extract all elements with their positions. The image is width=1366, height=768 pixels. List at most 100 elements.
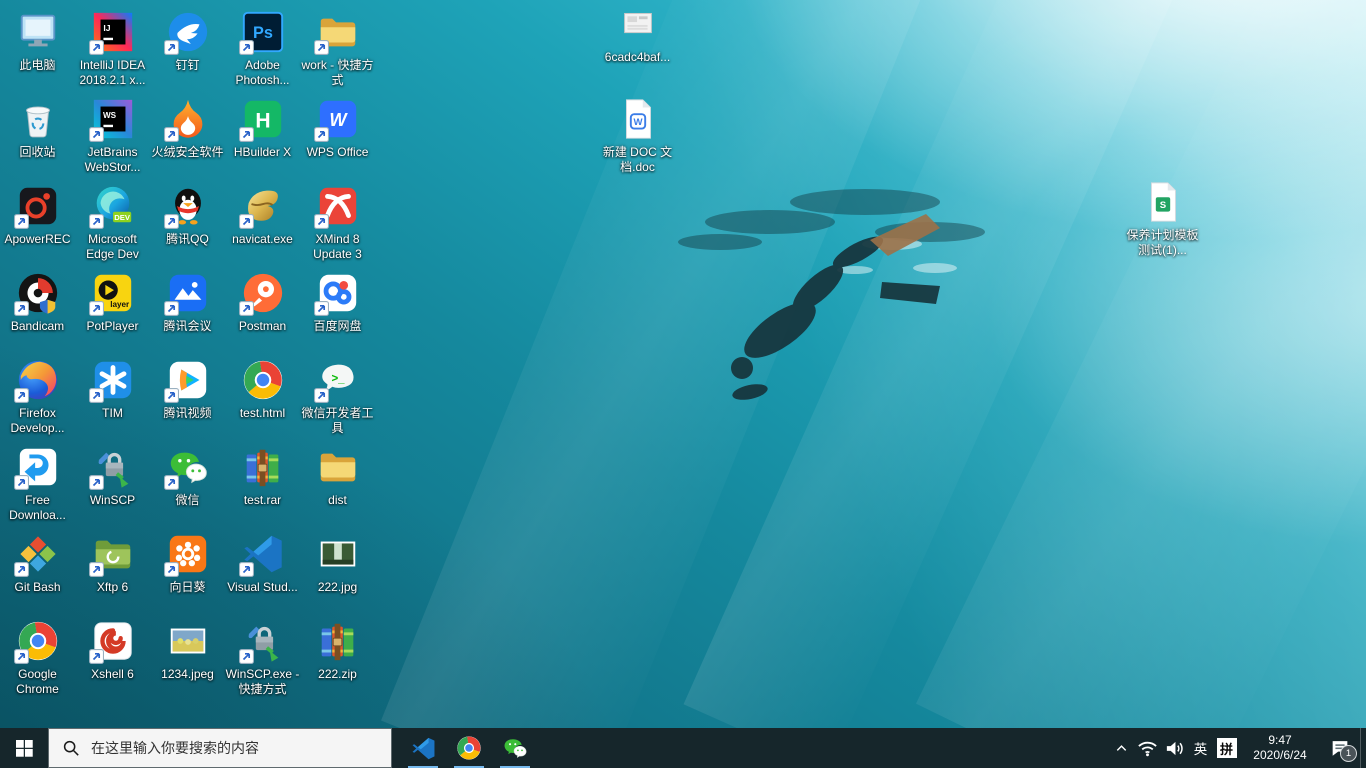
desktop-icon-adobe-photoshop[interactable]: PsAdobe Photosh...: [225, 8, 300, 88]
new-doc-file-icon: W: [614, 95, 662, 143]
desktop-icon-apowerrec[interactable]: ApowerREC: [0, 182, 75, 247]
taskbar-app-wechat[interactable]: [492, 728, 538, 768]
icon-label: 百度网盘: [313, 319, 361, 334]
desktop-icon-baidu-netdisk[interactable]: 百度网盘: [300, 269, 375, 334]
show-desktop-button[interactable]: [1360, 728, 1366, 768]
tim-icon: [89, 356, 137, 404]
winscp-icon: [89, 443, 137, 491]
firefox-developer-icon: [14, 356, 62, 404]
desktop-icon-img-1234-jpeg[interactable]: 1234.jpeg: [150, 617, 225, 682]
desktop-icon-postman[interactable]: Postman: [225, 269, 300, 334]
desktop-icon-firefox-developer[interactable]: Firefox Develop...: [0, 356, 75, 436]
desktop-icon-img-6cadc4baf[interactable]: 6cadc4baf...: [600, 0, 675, 65]
desktop-icon-xmind-8[interactable]: XMind 8 Update 3: [300, 182, 375, 262]
desktop-icon-wechat-devtools[interactable]: >_微信开发者工具: [300, 356, 375, 436]
desktop-icon-microsoft-edge-dev[interactable]: DEVMicrosoft Edge Dev: [75, 182, 150, 262]
desktop-icon-xshell-6[interactable]: Xshell 6: [75, 617, 150, 682]
svg-text:H: H: [255, 110, 270, 133]
search-icon: [62, 739, 80, 757]
desktop-icon-tencent-meeting[interactable]: 腾讯会议: [150, 269, 225, 334]
icon-label: 1234.jpeg: [161, 667, 214, 682]
desktop-icon-git-bash[interactable]: Git Bash: [0, 530, 75, 595]
desktop-icon-this-pc[interactable]: 此电脑: [0, 8, 75, 73]
desktop-icon-work-shortcut[interactable]: work - 快捷方式: [300, 8, 375, 88]
hidden-icons-button[interactable]: [1108, 728, 1134, 768]
icon-label: WinSCP.exe - 快捷方式: [226, 667, 300, 697]
desktop-icon-navicat[interactable]: navicat.exe: [225, 182, 300, 247]
network-button[interactable]: [1134, 728, 1161, 768]
desktop-icon-area: 此电脑IJIntelliJ IDEA 2018.2.1 x...钉钉PsAdob…: [0, 0, 1366, 728]
svg-text:W: W: [633, 117, 643, 128]
desktop-icon-img-222-jpg[interactable]: 222.jpg: [300, 530, 375, 595]
taskbar-search-box[interactable]: 在这里输入你要搜索的内容: [48, 728, 392, 768]
dingtalk-icon: [164, 8, 212, 56]
icon-label: 222.zip: [318, 667, 357, 682]
clock-time: 9:47: [1268, 733, 1291, 748]
desktop-icon-intellij-idea[interactable]: IJIntelliJ IDEA 2018.2.1 x...: [75, 8, 150, 88]
shortcut-arrow-icon: [314, 388, 329, 403]
xftp-6-icon: [89, 530, 137, 578]
icon-label: ApowerREC: [4, 232, 70, 247]
shortcut-arrow-icon: [89, 649, 104, 664]
dist-folder-icon: [314, 443, 362, 491]
desktop-icon-tencent-qq[interactable]: 腾讯QQ: [150, 182, 225, 247]
shortcut-arrow-icon: [14, 562, 29, 577]
intellij-idea-icon: IJ: [89, 8, 137, 56]
bandicam-icon: [14, 269, 62, 317]
desktop-icon-wps-office[interactable]: WWPS Office: [300, 95, 375, 160]
desktop-icon-wechat[interactable]: 微信: [150, 443, 225, 508]
icon-label: navicat.exe: [232, 232, 293, 247]
desktop-icon-google-chrome[interactable]: Google Chrome: [0, 617, 75, 697]
volume-button[interactable]: [1161, 728, 1188, 768]
taskbar-app-vscode[interactable]: [400, 728, 446, 768]
sunflower-remote-icon: [164, 530, 212, 578]
desktop-icon-tencent-video[interactable]: 腾讯视频: [150, 356, 225, 421]
potplayer-icon: layer: [89, 269, 137, 317]
icon-label: 腾讯QQ: [166, 232, 209, 247]
desktop-icon-visual-studio-code[interactable]: Visual Stud...: [225, 530, 300, 595]
git-bash-icon: [14, 530, 62, 578]
desktop-icon-free-download-manager[interactable]: Free Downloa...: [0, 443, 75, 523]
desktop-icon-dist-folder[interactable]: dist: [300, 443, 375, 508]
shortcut-arrow-icon: [89, 214, 104, 229]
desktop-icon-new-doc-file[interactable]: W新建 DOC 文档.doc: [600, 95, 675, 175]
desktop-icon-winscp[interactable]: WinSCP: [75, 443, 150, 508]
shortcut-arrow-icon: [239, 214, 254, 229]
desktop-icon-potplayer[interactable]: layer PotPlayer: [75, 269, 150, 334]
wechat-icon: [164, 443, 212, 491]
desktop-icon-test-rar[interactable]: test.rar: [225, 443, 300, 508]
desktop-icon-tim[interactable]: TIM: [75, 356, 150, 421]
system-tray: 英 拼 9:47 2020/6/24 1: [1108, 728, 1366, 768]
desktop-icon-zip-222[interactable]: 222.zip: [300, 617, 375, 682]
ime-mode-button[interactable]: 拼: [1213, 728, 1240, 768]
icon-label: 微信: [175, 493, 199, 508]
xshell-6-icon: [89, 617, 137, 665]
desktop-icon-jetbrains-webstorm[interactable]: WSJetBrains WebStor...: [75, 95, 150, 175]
desktop-icon-huorong-security[interactable]: 火绒安全软件: [150, 95, 225, 160]
icon-label: TIM: [102, 406, 123, 421]
action-center-button[interactable]: 1: [1320, 728, 1360, 768]
desktop-icon-maintenance-plan-xls[interactable]: S保养计划模板测试(1)...: [1125, 178, 1200, 258]
windows-desktop: 此电脑IJIntelliJ IDEA 2018.2.1 x...钉钉PsAdob…: [0, 0, 1366, 768]
desktop-icon-bandicam[interactable]: Bandicam: [0, 269, 75, 334]
shortcut-arrow-icon: [314, 127, 329, 142]
desktop-icon-sunflower-remote[interactable]: 向日葵: [150, 530, 225, 595]
clock[interactable]: 9:47 2020/6/24: [1240, 728, 1320, 768]
desktop-icon-winscp-exe-shortcut[interactable]: WinSCP.exe - 快捷方式: [225, 617, 300, 697]
icon-label: 腾讯会议: [163, 319, 211, 334]
taskbar-app-chrome[interactable]: [446, 728, 492, 768]
start-button[interactable]: [0, 728, 48, 768]
desktop-icon-hbuilder-x[interactable]: HHBuilder X: [225, 95, 300, 160]
svg-text:Ps: Ps: [253, 24, 273, 42]
desktop-icon-recycle-bin[interactable]: 回收站: [0, 95, 75, 160]
tencent-meeting-icon: [164, 269, 212, 317]
desktop-icon-dingtalk[interactable]: 钉钉: [150, 8, 225, 73]
icon-label: Free Downloa...: [1, 493, 75, 523]
shortcut-arrow-icon: [89, 562, 104, 577]
desktop-icon-xftp-6[interactable]: Xftp 6: [75, 530, 150, 595]
language-indicator[interactable]: 英: [1188, 728, 1213, 768]
desktop-icon-test-html[interactable]: test.html: [225, 356, 300, 421]
icon-label: 保养计划模板测试(1)...: [1126, 228, 1200, 258]
icon-label: test.html: [240, 406, 285, 421]
icon-label: PotPlayer: [86, 319, 138, 334]
